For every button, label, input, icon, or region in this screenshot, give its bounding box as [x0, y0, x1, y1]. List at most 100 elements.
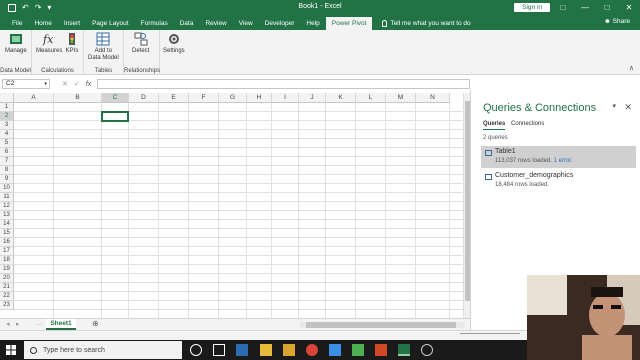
name-box-dropdown-icon[interactable]: ▾ [44, 80, 47, 88]
redo-icon[interactable]: ↷ [35, 3, 42, 12]
windows-start-icon[interactable] [6, 345, 16, 355]
enter-icon[interactable]: ✓ [74, 80, 80, 88]
tab-formulas[interactable]: Formulas [135, 17, 174, 30]
folder-icon[interactable] [283, 344, 295, 356]
pane-options-icon[interactable]: ▾ [612, 102, 616, 110]
column-header-c[interactable]: C [102, 93, 129, 103]
tab-developer[interactable]: Developer [259, 17, 301, 30]
row-header-9[interactable]: 9 [0, 175, 14, 184]
cortana-icon[interactable] [190, 344, 202, 356]
tab-file[interactable]: File [6, 17, 28, 30]
row-header-18[interactable]: 18 [0, 256, 14, 265]
row-header-14[interactable]: 14 [0, 220, 14, 229]
row-header-23[interactable]: 23 [0, 301, 14, 310]
column-header-k[interactable]: K [326, 93, 356, 103]
task-view-icon[interactable] [213, 344, 225, 356]
row-header-13[interactable]: 13 [0, 211, 14, 220]
column-header-j[interactable]: J [299, 93, 326, 103]
worksheet-grid[interactable]: A B C D E F G H I J K L M N 1 2 3 4 5 6 7 8 9 10 11 12 13 14 15 16 17 1… [0, 93, 470, 318]
next-sheet-icon[interactable]: ▸ [16, 320, 20, 328]
detect-button[interactable]: Detect [132, 32, 149, 55]
file-explorer-icon[interactable] [260, 344, 272, 356]
cancel-icon[interactable]: ✕ [62, 80, 68, 88]
settings-button[interactable]: Settings [163, 32, 185, 55]
row-header-3[interactable]: 3 [0, 121, 14, 130]
excel-icon[interactable] [398, 344, 410, 356]
powerpoint-icon[interactable] [375, 344, 387, 356]
column-header-i[interactable]: I [272, 93, 299, 103]
tell-me-search[interactable]: Tell me what you want to do [382, 17, 471, 30]
column-header-g[interactable]: G [219, 93, 247, 103]
row-header-5[interactable]: 5 [0, 139, 14, 148]
measures-button[interactable]: fx Measures [36, 32, 62, 55]
row-header-4[interactable]: 4 [0, 130, 14, 139]
row-header-15[interactable]: 15 [0, 229, 14, 238]
recorder-icon[interactable] [421, 344, 433, 356]
add-sheet-icon[interactable]: ⊕ [92, 319, 99, 328]
row-header-22[interactable]: 22 [0, 292, 14, 301]
select-all-corner[interactable] [0, 93, 14, 103]
kpis-button[interactable]: KPIs [65, 32, 79, 55]
ribbon-display-icon[interactable]: □ [552, 0, 574, 15]
tab-data[interactable]: Data [174, 17, 200, 30]
tab-help[interactable]: Help [300, 17, 325, 30]
tab-view[interactable]: View [233, 17, 259, 30]
add-to-data-model-button[interactable]: Add to Data Model [88, 32, 119, 62]
column-header-h[interactable]: H [247, 93, 272, 103]
row-header-12[interactable]: 12 [0, 202, 14, 211]
row-header-10[interactable]: 10 [0, 184, 14, 193]
tab-queries[interactable]: Queries [483, 121, 506, 130]
close-button[interactable]: ✕ [618, 0, 640, 15]
horizontal-scrollbar[interactable] [300, 322, 465, 328]
column-header-m[interactable]: M [386, 93, 416, 103]
column-header-b[interactable]: B [54, 93, 102, 103]
row-header-19[interactable]: 19 [0, 265, 14, 274]
tab-home[interactable]: Home [28, 17, 57, 30]
save-icon[interactable] [8, 3, 16, 12]
column-header-f[interactable]: F [189, 93, 219, 103]
column-header-e[interactable]: E [159, 93, 189, 103]
row-header-20[interactable]: 20 [0, 274, 14, 283]
row-header-6[interactable]: 6 [0, 148, 14, 157]
column-header-a[interactable]: A [14, 93, 54, 103]
row-header-8[interactable]: 8 [0, 166, 14, 175]
prev-sheet-icon[interactable]: ◂ [6, 320, 10, 328]
insert-function-icon[interactable]: fx [86, 81, 91, 88]
query-item-table1[interactable]: Table1 113,037 rows loaded. 1 error. [481, 146, 636, 168]
manage-button[interactable]: Manage [5, 32, 27, 55]
formula-input[interactable] [97, 79, 470, 89]
horizontal-scroll-thumb[interactable] [306, 322, 456, 328]
tab-insert[interactable]: Insert [58, 17, 86, 30]
customize-qat-icon[interactable]: ▾ [47, 3, 51, 12]
row-header-1[interactable]: 1 [0, 103, 14, 112]
zoom-slider[interactable] [460, 333, 520, 334]
tab-power-pivot[interactable]: Power Pivot [325, 17, 373, 30]
mail-icon[interactable] [236, 344, 248, 356]
row-header-11[interactable]: 11 [0, 193, 14, 202]
share-button[interactable]: ☻ Share [604, 18, 630, 25]
sign-in-button[interactable]: Sign in [514, 3, 550, 12]
row-header-7[interactable]: 7 [0, 157, 14, 166]
tab-connections[interactable]: Connections [511, 121, 544, 127]
chrome-icon[interactable] [306, 344, 318, 356]
query-error-link[interactable]: 1 error. [554, 158, 573, 164]
maximize-button[interactable]: □ [596, 0, 618, 15]
collapse-ribbon-icon[interactable]: ∧ [629, 64, 634, 72]
column-header-n[interactable]: N [416, 93, 450, 103]
row-header-21[interactable]: 21 [0, 283, 14, 292]
query-item-customer-demographics[interactable]: Customer_demographics 18,484 rows loaded… [481, 170, 636, 192]
more-sheets-icon[interactable]: ... [36, 320, 42, 327]
sheet-tab-sheet1[interactable]: Sheet1 [46, 319, 76, 330]
column-header-l[interactable]: L [356, 93, 386, 103]
column-header-d[interactable]: D [129, 93, 159, 103]
vertical-scrollbar[interactable] [463, 93, 470, 318]
tab-page-layout[interactable]: Page Layout [86, 17, 135, 30]
photos-icon[interactable] [329, 344, 341, 356]
minimize-button[interactable]: — [574, 0, 596, 15]
row-header-16[interactable]: 16 [0, 238, 14, 247]
row-header-2[interactable]: 2 [0, 112, 14, 121]
row-header-17[interactable]: 17 [0, 247, 14, 256]
tab-review[interactable]: Review [199, 17, 232, 30]
taskbar-search[interactable]: Type here to search [24, 341, 182, 359]
name-box[interactable]: C2 ▾ [2, 79, 50, 89]
